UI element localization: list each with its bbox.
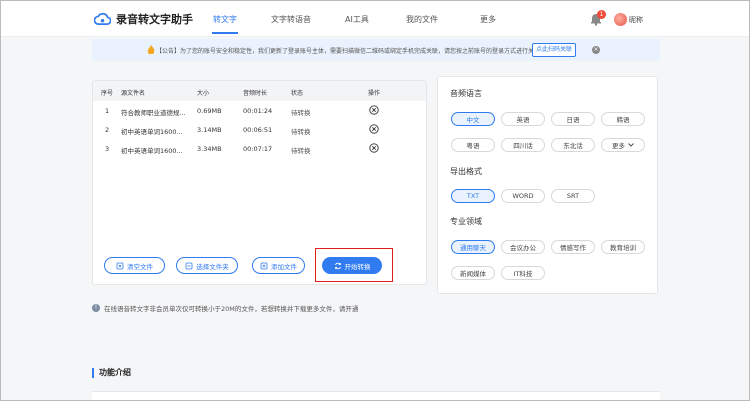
username[interactable]: 昵称 [629, 15, 643, 25]
select-folder-label: 选择文件夹 [196, 262, 229, 271]
clear-icon [116, 262, 124, 269]
format-word[interactable]: WORD [501, 189, 545, 203]
section-accent-bar [92, 367, 94, 378]
remove-file-icon[interactable] [369, 143, 379, 153]
app-logo[interactable]: 录音转文字助手 [94, 11, 193, 27]
top-header: 录音转文字助手 转文字 文字转语音 AI工具 我的文件 更多 1 昵称 [1, 1, 749, 37]
table-row: 1 符合教师职业道德规... 0.69MB 00:01:24 待转换 [93, 102, 426, 120]
clear-files-label: 清空文件 [127, 262, 153, 271]
scan-link-button[interactable]: 点此扫码关联 [532, 43, 576, 57]
settings-panel: 音频语言 中文 英语 日语 韩语 粤语 四川话 东北话 更多 导出格式 TXT … [437, 76, 658, 294]
lang-more-label: 更多 [612, 142, 625, 150]
row-size: 0.69MB [197, 107, 222, 115]
row-index: 3 [105, 145, 110, 153]
row-status: 待转换 [291, 147, 311, 155]
table-row: 2 初中英语单词1600... 3.14MB 00:06:51 待转换 [93, 121, 426, 139]
row-size: 3.14MB [197, 126, 222, 134]
audio-language-title: 音频语言 [450, 89, 482, 98]
row-index: 2 [105, 126, 110, 134]
domain-it-tech[interactable]: IT科技 [501, 266, 545, 280]
lang-korean[interactable]: 韩语 [601, 112, 645, 126]
lang-chinese[interactable]: 中文 [451, 112, 495, 126]
col-action: 操作 [368, 90, 381, 97]
announcement-bar: 【公告】为了您的账号安全和稳定性，我们更新了登录账号主体，需要扫描微信二维码或绑… [92, 39, 660, 61]
row-filename: 初中英语单词1600... [121, 128, 183, 136]
row-duration: 00:01:24 [243, 107, 273, 115]
notification-badge: 1 [597, 10, 606, 19]
lang-japanese[interactable]: 日语 [551, 112, 595, 126]
remove-file-icon[interactable] [369, 124, 379, 134]
export-format-title: 导出格式 [450, 167, 482, 176]
domain-title: 专业领域 [450, 217, 482, 226]
chevron-down-icon [628, 143, 634, 147]
table-row: 3 初中英语单词1600... 3.34MB 00:07:17 待转换 [93, 140, 426, 158]
feature-intro-title: 功能介绍 [99, 368, 131, 377]
add-file-icon [260, 262, 268, 269]
flame-icon [147, 45, 155, 54]
lang-cantonese[interactable]: 粤语 [451, 138, 495, 152]
domain-meeting[interactable]: 会议办公 [501, 240, 545, 254]
feature-intro-card [92, 391, 660, 401]
close-icon[interactable]: × [592, 46, 600, 54]
avatar[interactable] [614, 13, 627, 26]
row-status: 待转换 [291, 109, 311, 117]
info-icon: ! [92, 304, 100, 312]
nav-transcribe[interactable]: 转文字 [213, 14, 237, 25]
lang-english[interactable]: 英语 [501, 112, 545, 126]
nav-text-to-speech[interactable]: 文字转语音 [271, 14, 311, 25]
col-index: 序号 [101, 90, 114, 97]
highlight-box [315, 248, 393, 282]
cloud-logo-icon [94, 12, 111, 25]
domain-general-chat[interactable]: 通用聊天 [451, 240, 495, 254]
member-hint: ! 在线语音转文字非会员单次仅可转换小于20M的文件，若想转换并下载更多文件，请… [92, 303, 358, 313]
row-filename: 初中英语单词1600... [121, 147, 183, 155]
clear-files-button[interactable]: 清空文件 [104, 257, 165, 274]
row-filename: 符合教师职业道德规... [121, 109, 186, 117]
member-hint-text: 在线语音转文字非会员单次仅可转换小于20M的文件，若想转换并下载更多文件，请开通 [104, 305, 359, 313]
select-folder-button[interactable]: 选择文件夹 [176, 257, 238, 274]
table-header: 序号 源文件名 大小 音频时长 状态 操作 [93, 81, 426, 101]
folder-icon [185, 262, 193, 269]
col-status: 状态 [291, 90, 304, 97]
col-size: 大小 [197, 90, 210, 97]
format-txt[interactable]: TXT [451, 189, 495, 203]
nav-my-files[interactable]: 我的文件 [406, 14, 438, 25]
add-file-label: 添加文件 [271, 262, 297, 271]
row-index: 1 [105, 107, 110, 115]
domain-news-media[interactable]: 新闻媒体 [451, 266, 495, 280]
row-duration: 00:07:17 [243, 145, 273, 153]
lang-sichuanese[interactable]: 四川话 [501, 138, 545, 152]
active-nav-indicator [212, 32, 238, 34]
app-title: 录音转文字助手 [116, 13, 193, 26]
lang-northeastern[interactable]: 东北话 [551, 138, 595, 152]
row-duration: 00:06:51 [243, 126, 273, 134]
col-duration: 音频时长 [243, 90, 268, 97]
col-filename: 源文件名 [121, 90, 146, 97]
domain-education[interactable]: 教育培训 [601, 240, 645, 254]
announcement-text: 【公告】为了您的账号安全和稳定性，我们更新了登录账号主体，需要扫描微信二维码或绑… [156, 48, 547, 55]
row-status: 待转换 [291, 128, 311, 136]
format-srt[interactable]: SRT [551, 189, 595, 203]
feature-intro-heading: 功能介绍 [92, 367, 131, 378]
row-size: 3.34MB [197, 145, 222, 153]
domain-emotional-writing[interactable]: 情感写作 [551, 240, 595, 254]
lang-more-dropdown[interactable]: 更多 [601, 138, 645, 152]
remove-file-icon[interactable] [369, 105, 379, 115]
nav-ai-tools[interactable]: AI工具 [345, 14, 369, 25]
add-file-button[interactable]: 添加文件 [252, 257, 305, 274]
nav-more[interactable]: 更多 [480, 14, 496, 25]
